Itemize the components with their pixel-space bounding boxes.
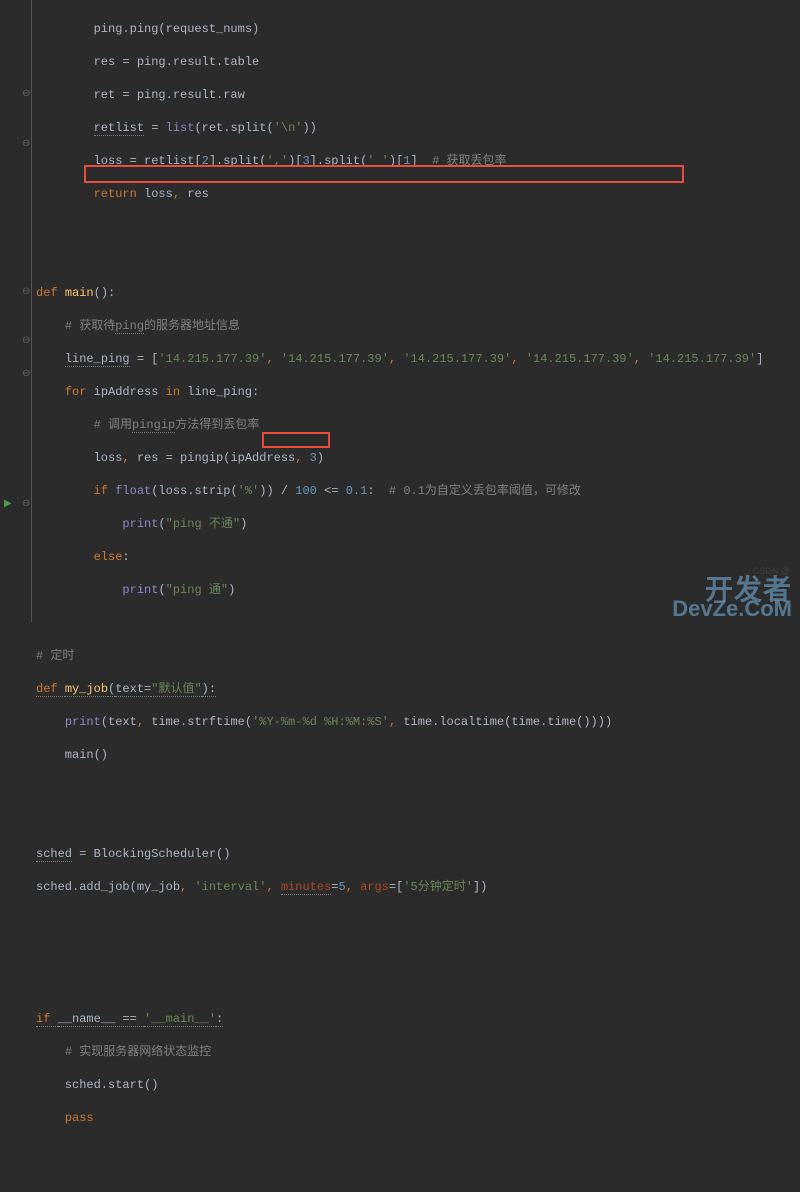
fold-icon[interactable]: ⊖ bbox=[22, 498, 30, 510]
code-area[interactable]: ping.ping(request_nums) res = ping.resul… bbox=[32, 0, 800, 622]
run-icon[interactable]: ▶ bbox=[4, 498, 12, 510]
gutter[interactable]: ⊖ ⊖ ⊖ ⊖ ⊖ ▶ ⊖ bbox=[0, 0, 32, 622]
fold-icon[interactable]: ⊖ bbox=[22, 335, 30, 347]
code-editor: ⊖ ⊖ ⊖ ⊖ ⊖ ▶ ⊖ ping.ping(request_nums) re… bbox=[0, 0, 800, 622]
fold-icon[interactable]: ⊖ bbox=[22, 286, 30, 298]
fold-icon[interactable]: ⊖ bbox=[22, 88, 30, 100]
fold-icon[interactable]: ⊖ bbox=[22, 138, 30, 150]
highlight-box bbox=[262, 432, 330, 448]
watermark-text: DevZe.CoM bbox=[672, 598, 792, 620]
fold-icon[interactable]: ⊖ bbox=[22, 368, 30, 380]
